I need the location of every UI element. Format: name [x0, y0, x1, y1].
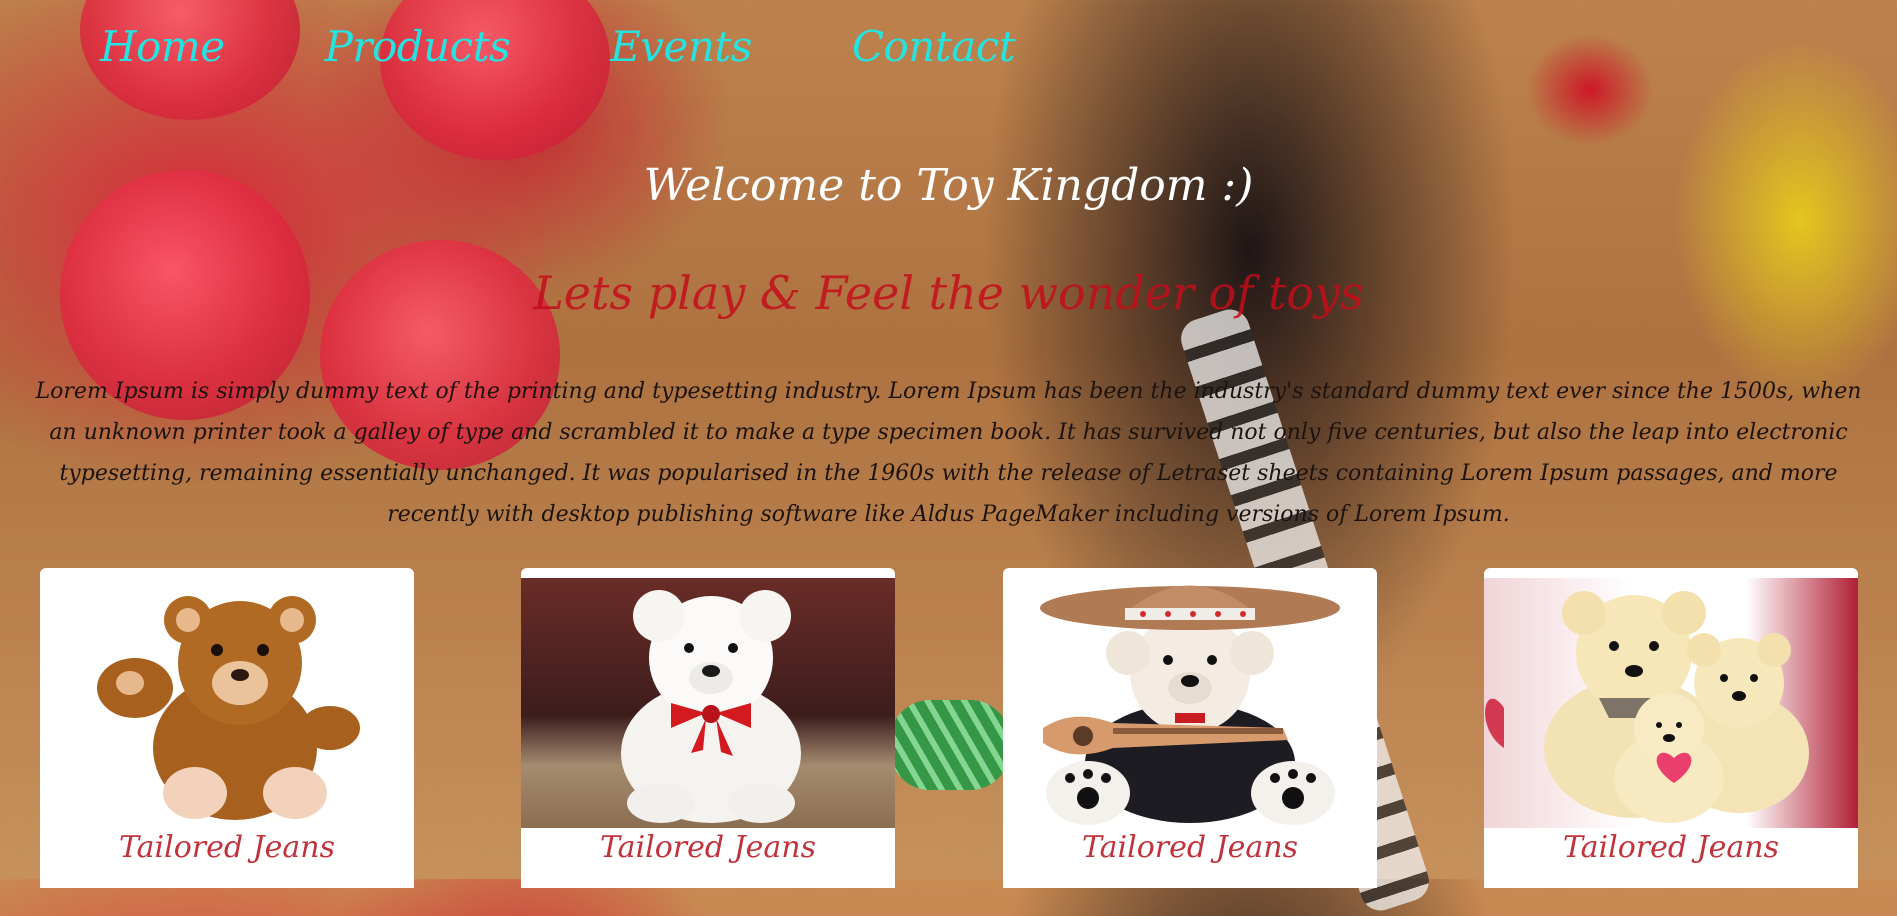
nav-contact-link[interactable]: Contact	[852, 22, 1016, 71]
product-card[interactable]: Tailored Jeans	[40, 568, 414, 888]
product-card[interactable]: Tailored Jeans	[1484, 568, 1858, 888]
teddy-bear-family-icon	[1485, 591, 1809, 823]
product-card[interactable]: Tailored Jeans	[521, 568, 895, 888]
nav-home-link[interactable]: Home	[100, 22, 225, 71]
cowboy-teddy-bear-icon	[1040, 585, 1340, 825]
page-title: Welcome to Toy Kingdom :)	[643, 160, 1254, 211]
white-teddy-bear-icon	[621, 590, 801, 823]
product-image	[521, 578, 895, 828]
product-caption: Tailored Jeans	[1081, 830, 1299, 865]
product-caption: Tailored Jeans	[118, 830, 336, 865]
top-navigation: Home Products Events Contact	[100, 22, 1115, 71]
intro-paragraph: Lorem Ipsum is simply dummy text of the …	[35, 379, 1862, 527]
product-card[interactable]: Tailored Jeans	[1003, 568, 1377, 888]
background-toy-spring	[890, 700, 1010, 790]
product-caption: Tailored Jeans	[1562, 830, 1780, 865]
product-image	[1484, 578, 1858, 828]
nav-events-link[interactable]: Events	[610, 22, 752, 71]
product-image	[1003, 578, 1377, 828]
brown-teddy-bear-icon	[97, 596, 360, 820]
page-subtitle: Lets play & Feel the wonder of toys	[533, 266, 1364, 320]
nav-products-link[interactable]: Products	[325, 22, 511, 71]
product-caption: Tailored Jeans	[599, 830, 817, 865]
product-image	[40, 578, 414, 828]
